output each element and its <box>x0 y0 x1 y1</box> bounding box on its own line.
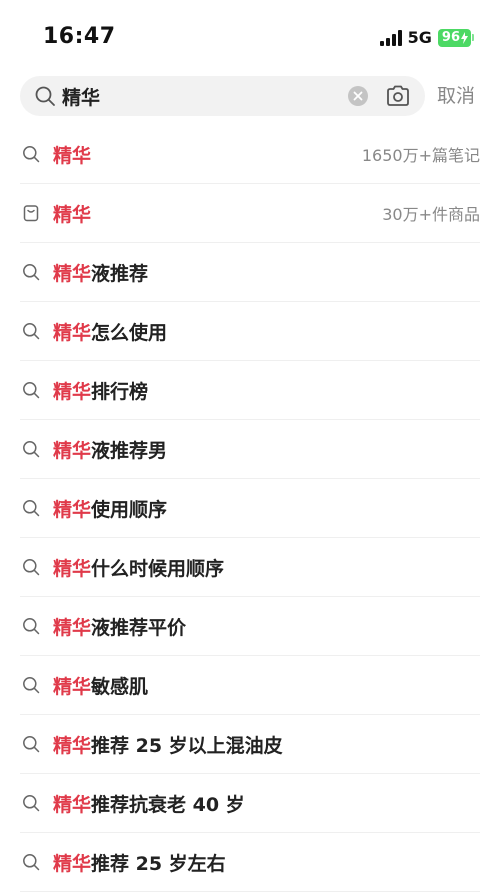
suggestion-highlight: 精华 <box>53 616 92 639</box>
suggestion-text: 精华液推荐平价 <box>53 613 186 640</box>
search-icon <box>22 145 40 163</box>
battery-icon: 96 <box>437 28 474 47</box>
suggestion-rest: 液推荐平价 <box>91 616 187 639</box>
suggestion-rest: 推荐抗衰老 40 岁 <box>91 793 245 816</box>
suggestion-text: 精华敏感肌 <box>53 672 148 699</box>
suggestion-item[interactable]: 精华什么时候用顺序 <box>20 538 480 597</box>
suggestion-text: 精华液推荐男 <box>53 436 167 463</box>
suggestion-text: 精华什么时候用顺序 <box>53 554 224 581</box>
suggestion-text: 精华推荐 25 岁左右 <box>53 849 226 876</box>
suggestion-rest: 怎么使用 <box>91 321 168 344</box>
suggestion-rest: 使用顺序 <box>91 498 168 521</box>
suggestion-item[interactable]: 精华使用顺序 <box>20 479 480 538</box>
suggestion-item[interactable]: 精华推荐抗衰老 40 岁 <box>20 774 480 833</box>
cancel-button[interactable]: 取消 <box>437 82 475 110</box>
suggestion-text: 精华怎么使用 <box>53 318 167 345</box>
search-icon <box>22 617 40 635</box>
suggestion-highlight: 精华 <box>53 557 92 580</box>
search-icon <box>22 676 40 694</box>
suggestion-rest: 敏感肌 <box>91 675 149 698</box>
suggestion-item[interactable]: 精华敏感肌 <box>20 656 480 715</box>
suggestion-highlight: 精华 <box>53 203 92 226</box>
suggestion-item[interactable]: 精华液推荐男 <box>20 420 480 479</box>
suggestion-rest: 什么时候用顺序 <box>91 557 225 580</box>
suggestion-rest: 推荐 25 岁左右 <box>91 852 226 875</box>
suggestion-count: 1650万+篇笔记 <box>361 146 480 165</box>
suggestion-item[interactable]: 精华推荐 25 岁左右 <box>20 833 480 892</box>
search-box[interactable] <box>20 76 425 116</box>
suggestion-rest: 排行榜 <box>91 380 149 403</box>
suggestion-highlight: 精华 <box>53 380 92 403</box>
camera-search-button[interactable] <box>385 84 411 108</box>
close-icon <box>353 91 363 101</box>
status-time: 16:47 <box>43 24 116 49</box>
suggestion-text: 精华 <box>53 200 91 227</box>
suggestion-highlight: 精华 <box>53 439 92 462</box>
suggestion-text: 精华排行榜 <box>53 377 148 404</box>
search-icon <box>22 794 40 812</box>
suggestion-text: 精华液推荐 <box>53 259 148 286</box>
suggestion-item[interactable]: 精华 1650万+篇笔记 <box>20 125 480 184</box>
search-icon <box>22 440 40 458</box>
suggestion-item[interactable]: 精华排行榜 <box>20 361 480 420</box>
shopping-bag-icon <box>22 204 40 222</box>
charging-bolt-icon <box>461 31 468 44</box>
suggestion-item[interactable]: 精华液推荐 <box>20 243 480 302</box>
suggestion-item[interactable]: 精华推荐 25 岁以上混油皮 <box>20 715 480 774</box>
suggestion-text: 精华推荐 25 岁以上混油皮 <box>53 731 283 758</box>
search-icon <box>22 263 40 281</box>
suggestion-rest: 液推荐 <box>91 262 149 285</box>
suggestion-list: 精华 1650万+篇笔记 精华 30万+件商品 精华液推荐 精华怎么使用 精华排行榜 精华液推… <box>20 125 480 892</box>
camera-icon <box>387 85 409 106</box>
suggestion-text: 精华推荐抗衰老 40 岁 <box>53 790 245 817</box>
clear-button[interactable] <box>348 86 368 106</box>
search-icon <box>22 499 40 517</box>
suggestion-text: 精华 <box>53 141 91 168</box>
search-icon <box>22 381 40 399</box>
suggestion-text: 精华使用顺序 <box>53 495 167 522</box>
search-icon <box>22 853 40 871</box>
search-icon <box>22 558 40 576</box>
status-bar: 16:47 5G 96 <box>0 0 500 72</box>
battery-level: 96 <box>441 29 460 45</box>
suggestion-highlight: 精华 <box>53 675 92 698</box>
search-icon <box>22 735 40 753</box>
status-indicators: 5G 96 <box>379 28 474 47</box>
network-type: 5G <box>407 28 432 47</box>
suggestion-rest: 推荐 25 岁以上混油皮 <box>91 734 283 757</box>
search-input[interactable] <box>62 82 342 110</box>
signal-icon <box>379 29 402 46</box>
suggestion-highlight: 精华 <box>53 262 92 285</box>
search-row: 取消 <box>20 76 480 116</box>
suggestion-highlight: 精华 <box>53 734 92 757</box>
suggestion-item[interactable]: 精华怎么使用 <box>20 302 480 361</box>
suggestion-highlight: 精华 <box>53 144 92 167</box>
suggestion-item[interactable]: 精华液推荐平价 <box>20 597 480 656</box>
suggestion-highlight: 精华 <box>53 793 92 816</box>
suggestion-highlight: 精华 <box>53 321 92 344</box>
search-icon <box>34 85 56 107</box>
suggestion-item[interactable]: 精华 30万+件商品 <box>20 184 480 243</box>
suggestion-rest: 液推荐男 <box>91 439 168 462</box>
suggestion-highlight: 精华 <box>53 498 92 521</box>
suggestion-highlight: 精华 <box>53 852 92 875</box>
suggestion-count: 30万+件商品 <box>382 205 480 224</box>
search-icon <box>22 322 40 340</box>
